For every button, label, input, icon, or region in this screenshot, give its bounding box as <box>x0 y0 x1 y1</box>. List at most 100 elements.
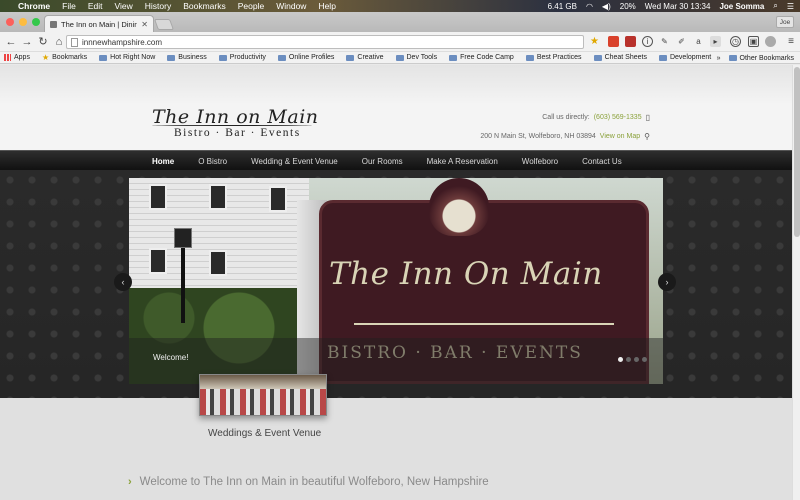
folder-icon <box>99 54 108 61</box>
venue-label[interactable]: Weddings & Event Venue <box>208 428 321 439</box>
menu-view[interactable]: View <box>114 1 132 11</box>
hero-slide[interactable]: The Inn On Main BISTRO · BAR · EVENTS We… <box>129 178 663 384</box>
extension-red-icon[interactable] <box>608 36 619 47</box>
nav-wedding-event-venue[interactable]: Wedding & Event Venue <box>251 157 338 166</box>
slide-dot[interactable] <box>626 357 631 362</box>
bookmarks-bar: Apps ★ Bookmarks Hot Right Now Business P… <box>0 52 800 64</box>
bookmark-bookmarks[interactable]: ★ Bookmarks <box>42 53 87 62</box>
extension-screenshot-icon[interactable]: ▣ <box>748 36 759 47</box>
contact-info: Call us directly: (603) 569-1335 ▯ 200 N… <box>480 112 650 150</box>
phone-icon: ▯ <box>645 112 650 122</box>
slider-next-arrow-icon[interactable]: › <box>658 273 676 291</box>
macos-menu-bar: Chrome File Edit View History Bookmarks … <box>0 0 800 12</box>
bookmark-folder-best-practices[interactable]: Best Practices <box>525 54 582 61</box>
logo-subtitle: Bistro · Bar · Events <box>174 127 301 139</box>
nav-make-reservation[interactable]: Make A Reservation <box>427 157 498 166</box>
view-on-map-link[interactable]: View on Map <box>600 133 640 140</box>
nav-wolfeboro[interactable]: Wolfeboro <box>522 157 558 166</box>
extension-gray-icon[interactable] <box>765 36 776 47</box>
volume-icon[interactable]: ◀) <box>602 2 611 11</box>
back-arrow-icon[interactable]: ← <box>4 35 18 49</box>
slide-dot[interactable] <box>618 357 623 362</box>
nav-our-rooms[interactable]: Our Rooms <box>362 157 403 166</box>
bookmark-folder-online-profiles[interactable]: Online Profiles <box>277 54 334 61</box>
user-name[interactable]: Joe Somma <box>719 2 764 11</box>
bookmark-folder-business[interactable]: Business <box>167 54 207 61</box>
battery-status[interactable]: 20% <box>620 2 636 11</box>
extension-clock-icon[interactable]: ◷ <box>730 36 741 47</box>
url-text[interactable]: innnewhampshire.com <box>82 38 162 47</box>
wifi-icon[interactable]: ◠ <box>586 2 593 11</box>
more-bookmarks-chevron[interactable]: » <box>717 55 721 62</box>
clock[interactable]: Wed Mar 30 13:34 <box>645 2 711 11</box>
bookmark-folder-development[interactable]: Development <box>658 54 711 61</box>
reload-icon[interactable]: ↻ <box>36 35 50 49</box>
bookmark-folder-dev-tools[interactable]: Dev Tools <box>395 54 437 61</box>
home-icon[interactable]: ⌂ <box>52 35 66 49</box>
bookmark-apps[interactable]: Apps <box>4 54 30 61</box>
extension-amazon-icon[interactable]: a <box>693 36 704 47</box>
phone-link[interactable]: (603) 569-1335 <box>594 114 642 121</box>
web-page: The Inn on Main Bistro · Bar · Events Ca… <box>0 65 792 500</box>
menu-file[interactable]: File <box>62 1 76 11</box>
folder-icon <box>593 54 602 61</box>
folder-icon <box>525 54 534 61</box>
extension-pen-icon[interactable]: ✐ <box>676 36 687 47</box>
bookmark-folder-other[interactable]: Other Bookmarks <box>728 55 794 62</box>
menu-app-name[interactable]: Chrome <box>18 1 50 11</box>
notification-center-icon[interactable]: ☰ <box>787 2 794 11</box>
zoom-window-button[interactable] <box>32 18 40 26</box>
scrollbar-thumb[interactable] <box>794 67 800 237</box>
forward-arrow-icon[interactable]: → <box>20 35 34 49</box>
slide-dot[interactable] <box>642 357 647 362</box>
nav-home[interactable]: Home <box>152 157 174 166</box>
venue-thumbnail-ceiling <box>200 375 326 389</box>
slide-window <box>209 250 227 276</box>
slider-prev-arrow-icon[interactable]: ‹ <box>114 273 132 291</box>
folder-icon <box>346 54 355 61</box>
menu-help[interactable]: Help <box>318 1 335 11</box>
menu-people[interactable]: People <box>238 1 264 11</box>
extension-info-icon[interactable]: i <box>642 36 653 47</box>
folder-icon <box>167 54 176 61</box>
profile-button[interactable]: Joe <box>776 16 794 28</box>
new-tab-button[interactable] <box>153 19 175 30</box>
menu-bookmarks[interactable]: Bookmarks <box>183 1 226 11</box>
minimize-window-button[interactable] <box>19 18 27 26</box>
slide-caption: Welcome! <box>153 353 189 362</box>
site-logo[interactable]: The Inn on Main Bistro · Bar · Events <box>152 107 322 139</box>
nav-contact-us[interactable]: Contact Us <box>582 157 622 166</box>
close-tab-icon[interactable]: ✕ <box>141 20 148 29</box>
slide-crest <box>429 178 489 236</box>
logo-swash <box>152 125 312 127</box>
slide-dot[interactable] <box>634 357 639 362</box>
bookmark-folder-free-code-camp[interactable]: Free Code Camp <box>449 54 514 61</box>
extension-cast-icon[interactable]: ▸ <box>710 36 721 47</box>
spotlight-icon[interactable]: ⌕ <box>773 1 777 11</box>
nav-o-bistro[interactable]: O Bistro <box>198 157 227 166</box>
menu-history[interactable]: History <box>145 1 171 11</box>
browser-tab[interactable]: The Inn on Main | Dining a ✕ <box>44 15 154 32</box>
bookmark-folder-cheat-sheets[interactable]: Cheat Sheets <box>593 54 647 61</box>
folder-icon <box>277 54 286 61</box>
menu-window[interactable]: Window <box>276 1 306 11</box>
slide-window <box>149 184 167 210</box>
extension-lastpass-icon[interactable] <box>625 36 636 47</box>
venue-thumbnail[interactable] <box>199 374 327 416</box>
tab-title: The Inn on Main | Dining a <box>61 19 138 29</box>
disk-status[interactable]: 6.41 GB <box>548 2 577 11</box>
folder-icon <box>728 55 737 61</box>
site-nav: Home O Bistro Wedding & Event Venue Our … <box>0 150 792 170</box>
close-window-button[interactable] <box>6 18 14 26</box>
extension-eyedropper-icon[interactable]: ✎ <box>659 36 670 47</box>
bookmark-folder-productivity[interactable]: Productivity <box>218 54 266 61</box>
menu-edit[interactable]: Edit <box>88 1 103 11</box>
bookmark-folder-hot-right-now[interactable]: Hot Right Now <box>99 54 155 61</box>
chrome-menu-icon[interactable]: ≡ <box>788 36 794 47</box>
address-bar[interactable]: innnewhampshire.com <box>66 35 584 49</box>
folder-icon <box>658 54 667 61</box>
page-scrollbar[interactable] <box>792 65 800 500</box>
bookmark-star-icon[interactable]: ★ <box>590 36 599 47</box>
browser-toolbar: ← → ↻ ⌂ innnewhampshire.com ★ i ✎ ✐ a ▸ … <box>0 32 800 52</box>
bookmark-folder-creative[interactable]: Creative <box>346 54 384 61</box>
